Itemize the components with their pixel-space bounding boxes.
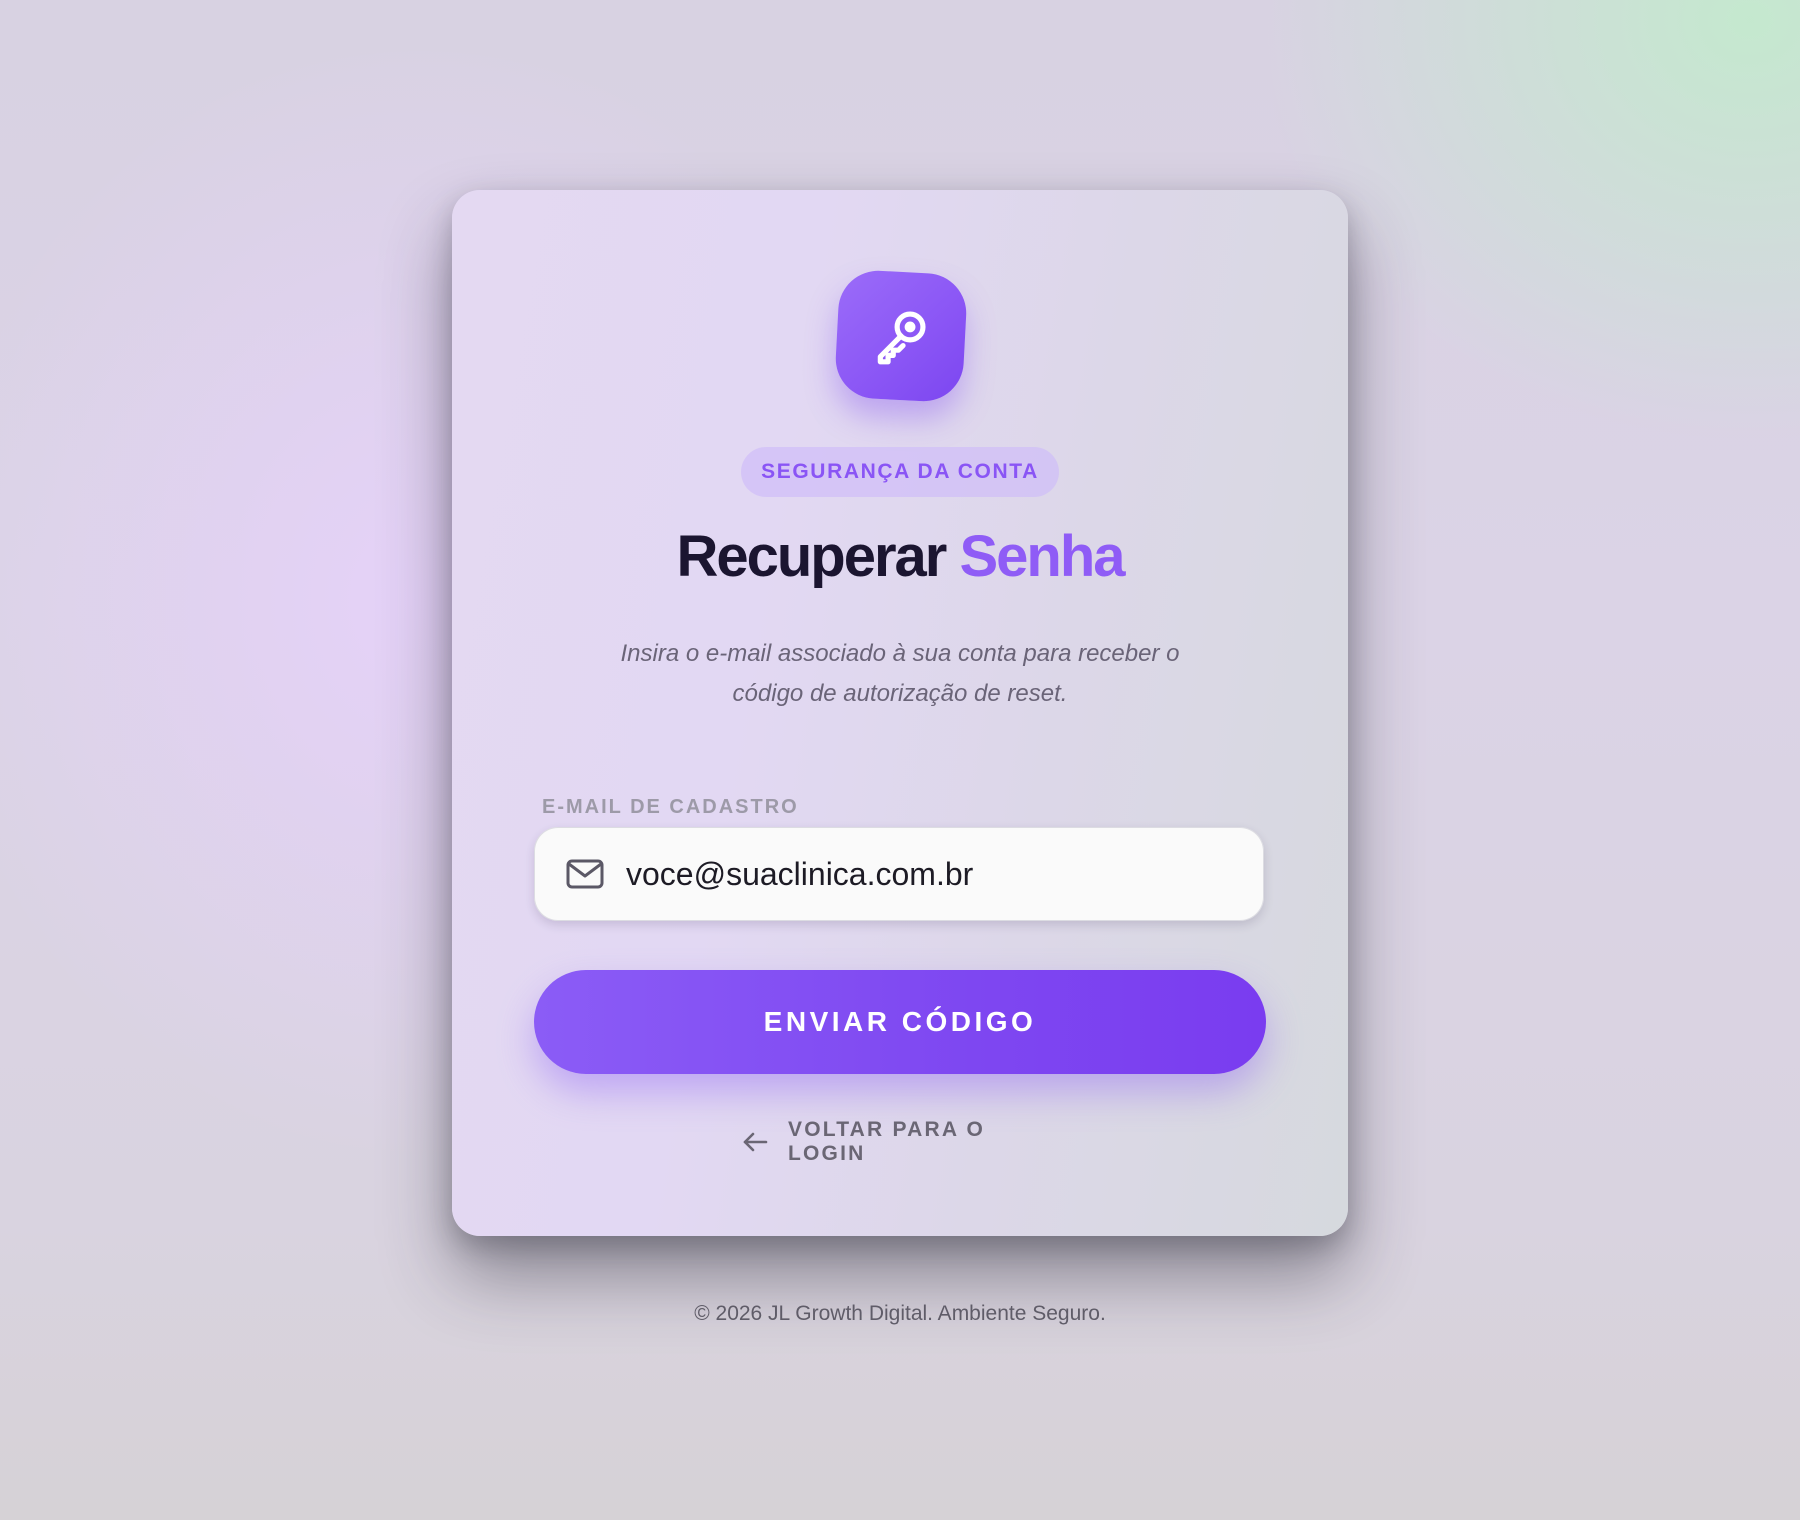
- footer-copyright: © 2026 JL Growth Digital. Ambiente Segur…: [694, 1302, 1106, 1325]
- key-icon: [877, 311, 926, 365]
- title-main: Recuperar: [676, 524, 947, 589]
- page-subtitle: Insira o e-mail associado à sua conta pa…: [572, 634, 1228, 714]
- recovery-card: SEGURANÇA DA CONTA Recuperar Senha Insir…: [452, 190, 1348, 1236]
- back-to-login-label: VOLTAR PARA O LOGIN: [788, 1118, 985, 1165]
- page-title: Recuperar Senha: [452, 528, 1348, 586]
- email-input[interactable]: [624, 854, 1228, 894]
- back-to-login-link[interactable]: VOLTAR PARA O LOGIN: [742, 1118, 1062, 1165]
- subtitle-line-2: código de autorização de reset.: [732, 680, 1068, 707]
- logo-tile: [833, 268, 969, 404]
- subtitle-line-1: Insira o e-mail associado à sua conta pa…: [620, 640, 1180, 667]
- title-accent: Senha: [959, 524, 1125, 589]
- mail-icon: [566, 859, 604, 889]
- email-label: E-MAIL DE CADASTRO: [542, 796, 799, 818]
- arrow-left-icon: [742, 1131, 768, 1153]
- section-badge: SEGURANÇA DA CONTA: [741, 447, 1059, 497]
- email-field-container[interactable]: [534, 827, 1264, 921]
- send-code-button[interactable]: ENVIAR CÓDIGO: [534, 970, 1266, 1074]
